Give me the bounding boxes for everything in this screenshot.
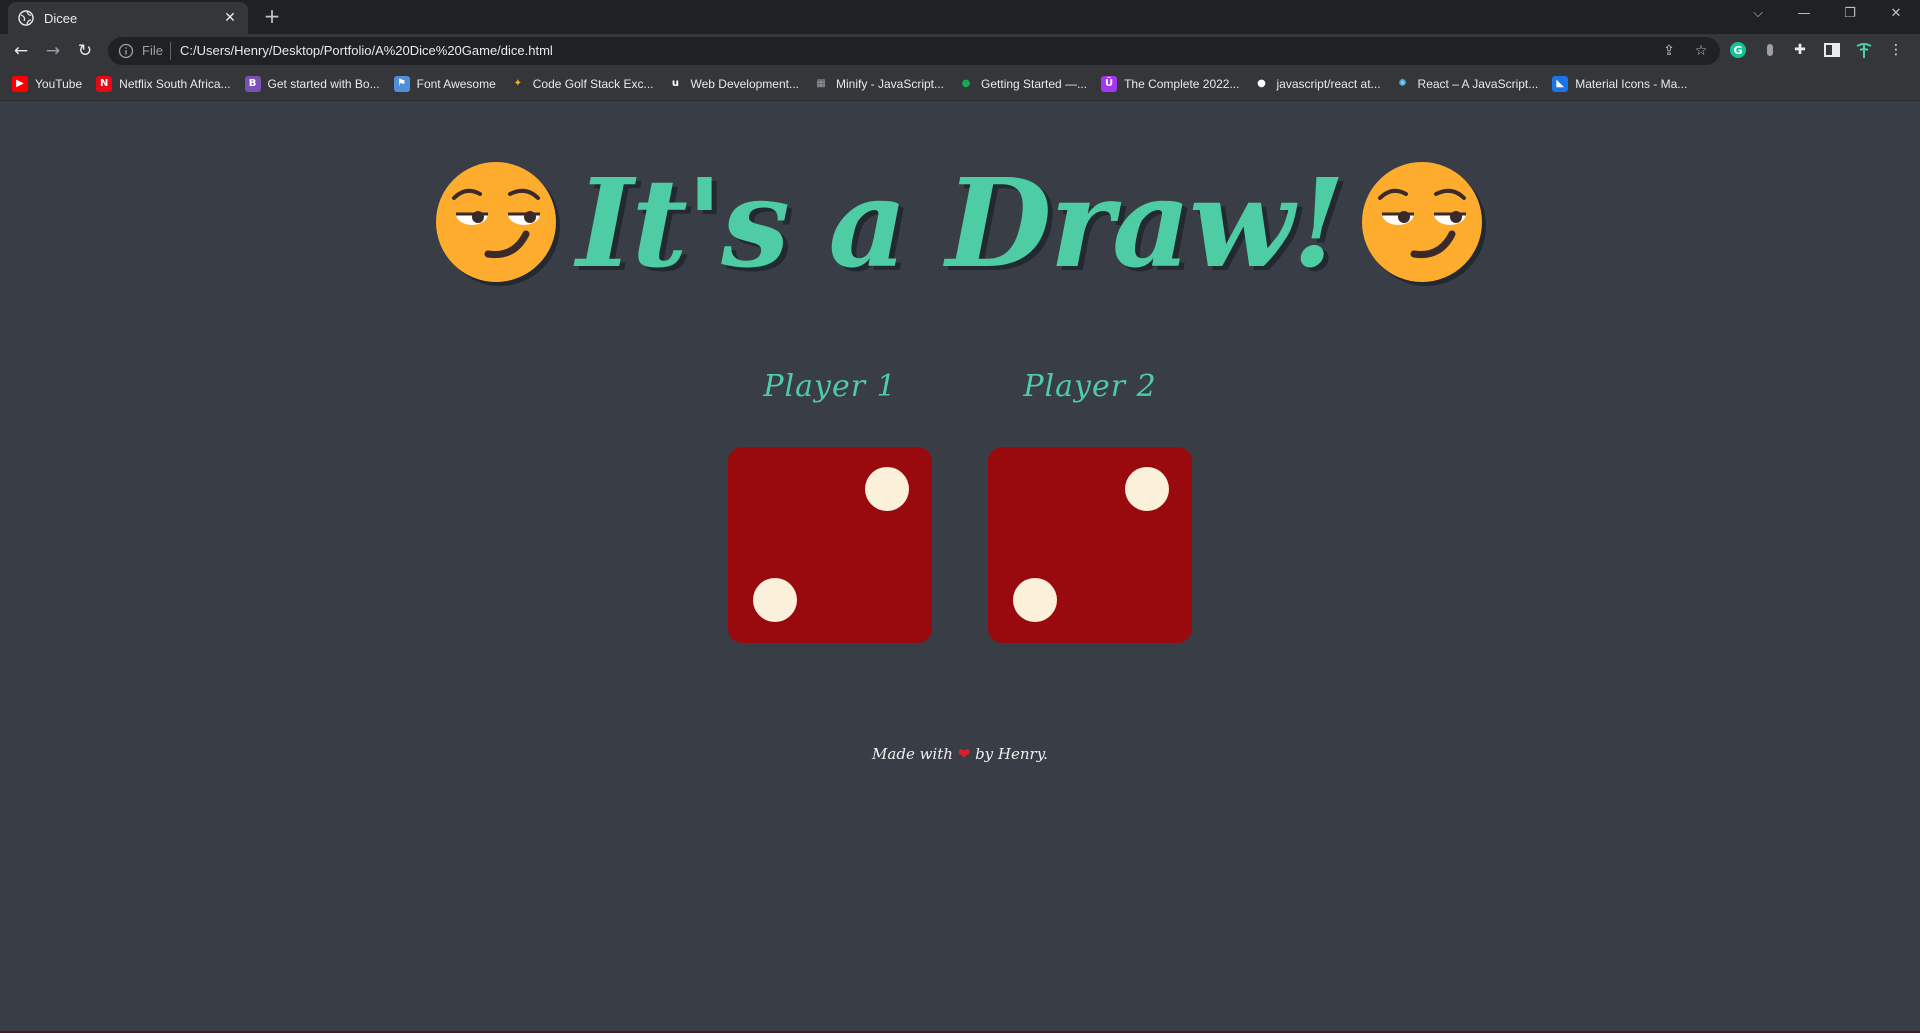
die-pip <box>1125 467 1169 511</box>
bookmark-item[interactable]: u Web Development... <box>667 72 799 96</box>
new-tab-button[interactable]: + <box>260 4 284 28</box>
smirking-face-icon <box>1361 162 1486 286</box>
bookmark-label: Material Icons - Ma... <box>1575 76 1688 91</box>
footer-suffix: by Henry. <box>975 745 1048 763</box>
svg-text:G: G <box>1733 44 1742 57</box>
star-icon[interactable]: ☆ <box>1692 42 1710 60</box>
bookmark-item[interactable]: ✦ Code Golf Stack Exc... <box>510 72 654 96</box>
die-pip <box>865 467 909 511</box>
react-icon: ✺ <box>1398 77 1407 89</box>
grammarly-icon[interactable]: G <box>1728 40 1748 60</box>
die-pip <box>1013 578 1057 622</box>
bootstrap-icon: B <box>244 75 261 92</box>
bookmark-label: Getting Started —... <box>981 76 1088 91</box>
bookmark-label: Netflix South Africa... <box>119 76 231 91</box>
tab-close-icon[interactable]: ✕ <box>222 10 238 26</box>
address-bar[interactable]: File C:/Users/Henry/Desktop/Portfolio/A%… <box>108 37 1720 65</box>
footer: Made with ❤ by Henry. <box>0 745 1920 763</box>
player-2: Player 2 <box>988 369 1192 404</box>
player-1-label: Player 1 <box>763 369 897 404</box>
bookmark-item[interactable]: ▦ Minify - JavaScript... <box>813 72 944 96</box>
bookmark-item[interactable]: ▶ YouTube <box>12 72 82 96</box>
extension-icon[interactable] <box>1760 40 1780 60</box>
material-icon: ◣ <box>1552 75 1569 92</box>
forward-button[interactable]: → <box>40 38 66 64</box>
headline: It's a Draw! <box>0 153 1920 293</box>
bookmark-item[interactable]: B Get started with Bo... <box>244 72 380 96</box>
player-1-die <box>728 447 932 643</box>
profile-icon[interactable] <box>1854 40 1874 60</box>
browser-toolbar: ← → ↻ File C:/Users/Henry/Desktop/Portfo… <box>0 34 1920 67</box>
bookmark-label: Minify - JavaScript... <box>835 76 945 91</box>
puzzle-icon[interactable]: ✚ <box>1790 40 1810 60</box>
url-text[interactable]: C:/Users/Henry/Desktop/Portfolio/A%20Dic… <box>180 43 553 58</box>
back-button[interactable]: ← <box>8 38 34 64</box>
address-divider <box>170 42 171 60</box>
menu-icon[interactable]: ⋮ <box>1886 40 1906 60</box>
globe-icon <box>18 10 34 26</box>
tab-dicee[interactable]: Dicee ✕ <box>8 2 248 34</box>
player-2-die <box>988 447 1192 643</box>
die-pip <box>753 578 797 622</box>
bookmark-label: The Complete 2022... <box>1124 76 1240 91</box>
bookmark-item[interactable]: ● javascript/react at... <box>1253 72 1380 96</box>
github-icon: ● <box>1257 77 1266 89</box>
headline-text: It's a Draw! <box>576 151 1345 295</box>
tab-search-icon[interactable]: ⌵ <box>1736 0 1780 28</box>
tab-title: Dicee <box>44 10 78 26</box>
player-1: Player 1 <box>728 369 932 404</box>
bookmarks-bar: ▶ YouTube N Netflix South Africa... B Get sta… <box>0 67 1920 101</box>
netflix-icon: N <box>96 75 113 92</box>
minimize-button[interactable]: — <box>1782 0 1826 28</box>
bookmark-label: Font Awesome <box>416 76 496 91</box>
bookmark-label: React – A JavaScript... <box>1417 76 1539 91</box>
share-icon[interactable]: ⇪ <box>1660 42 1678 60</box>
bookmark-label: Web Development... <box>690 76 799 91</box>
info-icon[interactable] <box>118 43 134 59</box>
player-2-label: Player 2 <box>1023 369 1157 404</box>
smirking-face-icon <box>436 162 561 286</box>
bookmark-label: YouTube <box>35 76 83 91</box>
bookmark-item[interactable]: Ü The Complete 2022... <box>1101 72 1239 96</box>
bookmark-label: Get started with Bo... <box>267 76 380 91</box>
medal-icon: ✦ <box>513 77 522 89</box>
mongodb-icon: ● <box>961 77 971 89</box>
page-body: It's a Draw! Player 1 Player 2 Made with… <box>0 101 1920 1033</box>
restore-button[interactable]: ❐ <box>1828 0 1872 28</box>
reload-button[interactable]: ↻ <box>72 38 98 64</box>
scheme-label: File <box>142 43 163 58</box>
bookmark-item[interactable]: ✺ React – A JavaScript... <box>1395 72 1539 96</box>
close-window-button[interactable]: ✕ <box>1874 0 1918 28</box>
footer-prefix: Made with <box>872 745 953 763</box>
bookmark-item[interactable]: ⚑ Font Awesome <box>393 72 496 96</box>
udemy-purple-icon: Ü <box>1101 75 1118 92</box>
bookmark-item[interactable]: ◣ Material Icons - Ma... <box>1552 72 1687 96</box>
heart-icon: ❤ <box>957 745 971 763</box>
browser-titlebar: Dicee ✕ + ⌵ — ❐ ✕ <box>0 0 1920 34</box>
bookmark-label: Code Golf Stack Exc... <box>532 76 654 91</box>
flag-icon: ⚑ <box>393 75 410 92</box>
youtube-icon: ▶ <box>12 75 28 92</box>
udemy-icon: u <box>671 77 680 89</box>
sidebar-icon[interactable] <box>1822 40 1842 60</box>
bookmark-label: javascript/react at... <box>1276 76 1381 91</box>
minify-icon: ▦ <box>816 77 826 89</box>
bookmark-item[interactable]: N Netflix South Africa... <box>96 72 231 96</box>
bookmark-item[interactable]: ● Getting Started —... <box>958 72 1087 96</box>
